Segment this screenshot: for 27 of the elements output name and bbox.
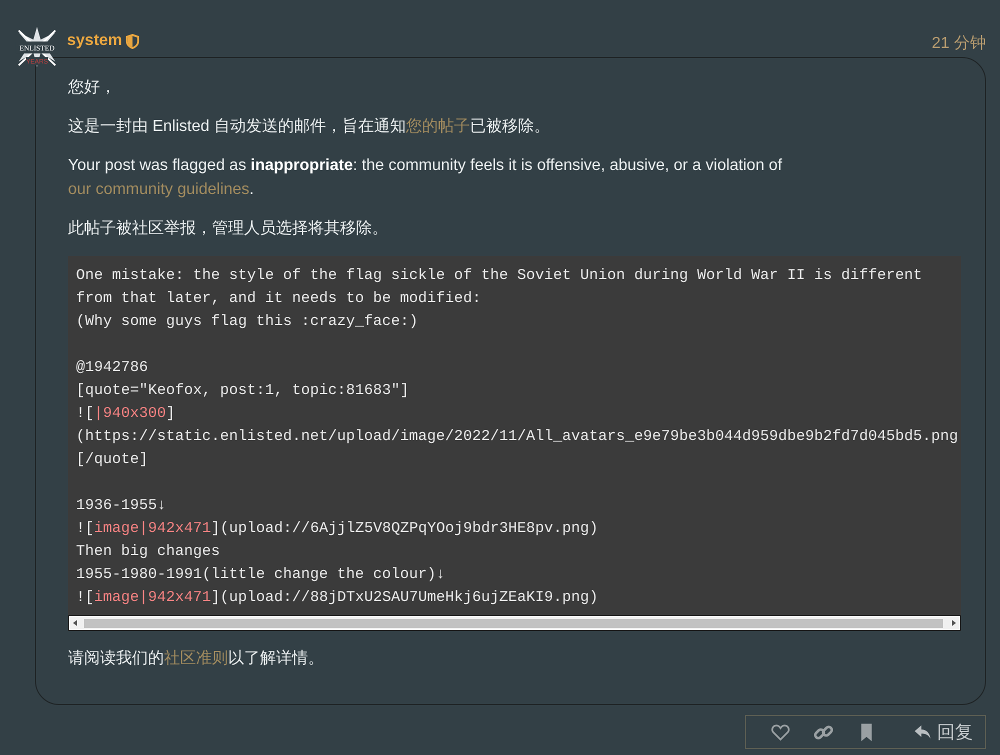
code-line: 1936-1955↓ [76,496,168,516]
message-paragraph: 请阅读我们的社区准则以了解详情。 [68,648,325,669]
message-paragraph: 这是一封由 Enlisted 自动发送的邮件，旨在通知您的帖子已被移除。 [68,116,551,137]
code-line: Then big changes [76,542,222,562]
link[interactable]: 社区准则 [164,650,228,667]
code-line: One mistake: the style of the flag sickle of the Soviet Union during World War II is different [76,266,924,286]
scroll-left-icon[interactable] [72,620,78,626]
heart-icon[interactable] [770,722,791,742]
code-line: @1942786 [76,358,150,378]
horizontal-scrollbar[interactable] [68,615,961,631]
code-line: [/quote] [76,450,150,470]
reply-button[interactable]: 回复 [899,720,973,744]
message-paragraph: 您好， [68,78,117,98]
message-paragraph: Your post was flagged as inappropriate: the community feels it is offensive, abusive, or a violation of our community guidelines. [68,156,784,200]
code-line: from that later, and it needs to be modified: [76,289,482,309]
scroll-right-icon[interactable] [951,620,957,626]
link[interactable]: 您的帖子 [406,118,470,135]
message-paragraph: 此帖子被社区举报，管理人员选择将其移除。 [68,218,389,239]
code-line: ![|940x300] [76,404,176,424]
link[interactable]: our community guidelines [68,181,250,198]
code-line: (Why some guys flag this :crazy_face:) [76,312,420,332]
code-line: 1955-1980-1991(little change the colour)↓ [76,565,446,585]
code-line: ![image|942x471](upload://88jDTxU2SAU7UmeHkj6ujZEaKI9.png) [76,588,600,608]
post-time: 21 分钟 [932,34,986,54]
username[interactable]: system [67,32,122,50]
code-line: [quote="Keofox, post:1, topic:81683"] [76,381,410,401]
code-line: ![image|942x471](upload://6AjjlZ5V8QZPqYOoj9bdr3HE8pv.png) [76,519,600,539]
